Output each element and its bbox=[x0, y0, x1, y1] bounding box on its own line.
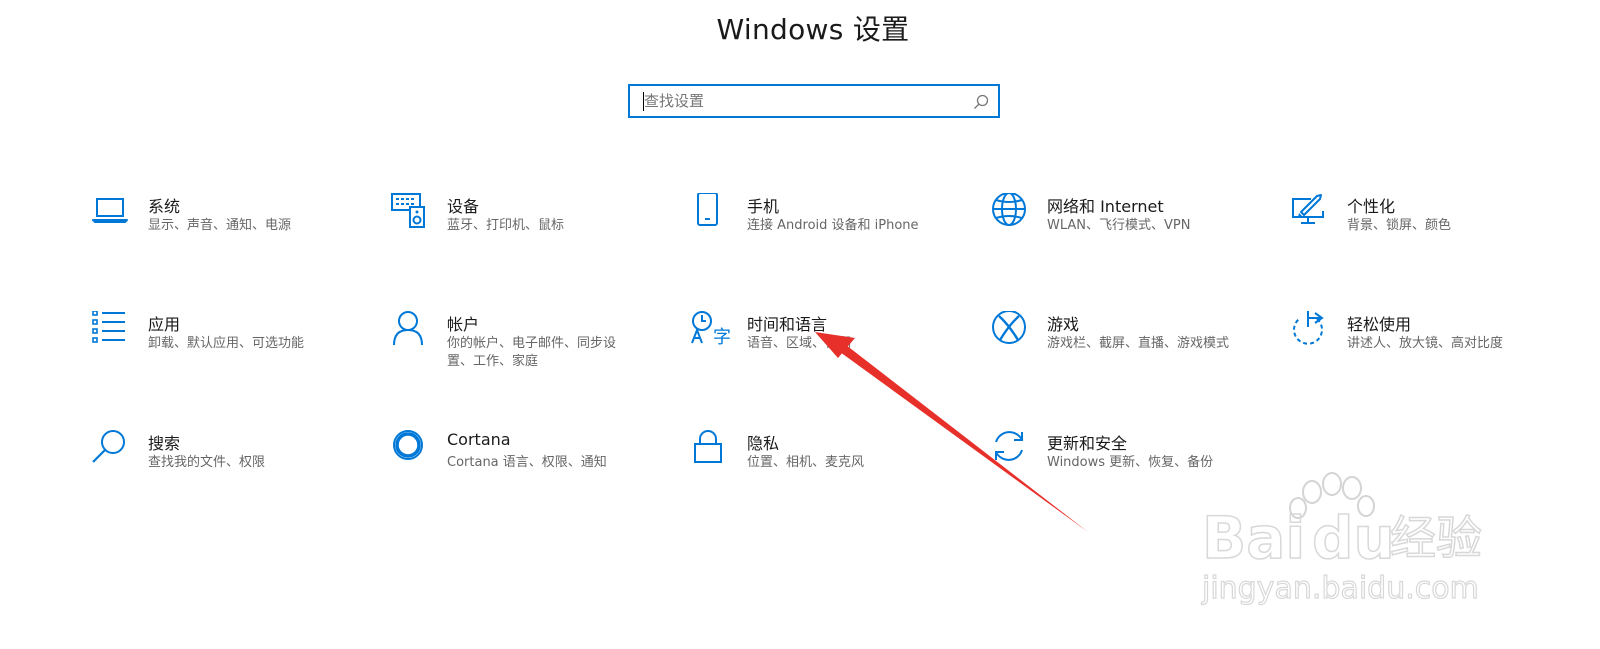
tile-description: 游戏栏、截屏、直播、游戏模式 bbox=[1047, 336, 1230, 351]
keyboard-speaker-icon bbox=[391, 193, 425, 228]
tile-description: 查找我的文件、权限 bbox=[148, 455, 266, 470]
tile-description: 你的帐户、电子邮件、同步设置、工作、家庭 bbox=[447, 336, 617, 369]
svg-text:字: 字 bbox=[713, 327, 731, 348]
tile-title: 游戏 bbox=[1047, 315, 1080, 334]
phone-icon bbox=[697, 193, 718, 226]
tile-devices[interactable]: 设备 蓝牙、打印机、鼠标 bbox=[391, 193, 681, 283]
tile-description: Windows 更新、恢复、备份 bbox=[1047, 455, 1214, 470]
cortana-circle-icon bbox=[393, 430, 423, 460]
text-caret bbox=[643, 92, 644, 111]
tile-description: 讲述人、放大镜、高对比度 bbox=[1347, 336, 1504, 351]
tile-apps[interactable]: 应用 卸载、默认应用、可选功能 bbox=[92, 311, 382, 401]
laptop-icon bbox=[92, 198, 128, 223]
padlock-icon bbox=[694, 430, 722, 463]
tile-time-language[interactable]: 字 时间和语言 语音、区域、日期 bbox=[691, 311, 981, 401]
ease-of-access-icon bbox=[1293, 311, 1324, 345]
tile-network[interactable]: 网络和 Internet WLAN、飞行模式、VPN bbox=[991, 193, 1281, 283]
tile-accounts[interactable]: 帐户 你的帐户、电子邮件、同步设置、工作、家庭 bbox=[391, 311, 681, 401]
tile-title: Cortana bbox=[447, 430, 511, 449]
search-icon[interactable] bbox=[972, 93, 990, 111]
tile-description: 蓝牙、打印机、鼠标 bbox=[447, 218, 565, 233]
tile-description: 连接 Android 设备和 iPhone bbox=[747, 218, 919, 233]
tile-search[interactable]: 搜索 查找我的文件、权限 bbox=[92, 430, 382, 520]
tile-title: 搜索 bbox=[148, 434, 181, 453]
time-language-icon: 字 bbox=[691, 311, 731, 348]
tile-ease-of-access[interactable]: 轻松使用 讲述人、放大镜、高对比度 bbox=[1291, 311, 1581, 401]
tile-phone[interactable]: 手机 连接 Android 设备和 iPhone bbox=[691, 193, 981, 283]
search-box[interactable] bbox=[628, 84, 1000, 118]
tile-title: 帐户 bbox=[447, 315, 480, 334]
svg-text:du: du bbox=[1312, 504, 1395, 572]
settings-window: Windows 设置 系统 显示、声音、通知、电源 bbox=[0, 0, 1600, 649]
tile-privacy[interactable]: 隐私 位置、相机、麦克风 bbox=[691, 430, 981, 520]
tile-title: 网络和 Internet bbox=[1047, 197, 1164, 216]
search-input[interactable] bbox=[630, 86, 974, 116]
tile-title: 手机 bbox=[747, 197, 780, 216]
page-title: Windows 设置 bbox=[716, 13, 910, 46]
xbox-icon bbox=[992, 311, 1026, 344]
tile-title: 应用 bbox=[148, 315, 181, 334]
tile-title: 时间和语言 bbox=[747, 315, 828, 334]
tile-title: 系统 bbox=[148, 197, 181, 216]
tile-description: 背景、锁屏、颜色 bbox=[1347, 218, 1452, 233]
tile-title: 个性化 bbox=[1347, 197, 1396, 216]
tile-description: Cortana 语言、权限、通知 bbox=[447, 455, 607, 470]
tile-title: 轻松使用 bbox=[1347, 315, 1412, 334]
tile-update-security[interactable]: 更新和安全 Windows 更新、恢复、备份 bbox=[991, 430, 1281, 520]
person-icon bbox=[393, 311, 423, 346]
tile-description: 语音、区域、日期 bbox=[747, 336, 852, 351]
tile-cortana[interactable]: Cortana Cortana 语言、权限、通知 bbox=[391, 430, 681, 520]
tile-description: 卸载、默认应用、可选功能 bbox=[148, 336, 305, 351]
tile-description: 位置、相机、麦克风 bbox=[747, 455, 865, 470]
svg-text:jingyan.baidu.com: jingyan.baidu.com bbox=[1201, 571, 1479, 606]
sync-arrows-icon bbox=[995, 431, 1023, 461]
paintbrush-monitor-icon bbox=[1292, 194, 1324, 224]
tile-title: 隐私 bbox=[747, 434, 780, 453]
globe-icon bbox=[992, 193, 1026, 226]
tile-personalization[interactable]: 个性化 背景、锁屏、颜色 bbox=[1291, 193, 1581, 283]
app-list-icon bbox=[92, 311, 125, 343]
svg-text:经验: 经验 bbox=[1390, 511, 1482, 565]
tile-description: 显示、声音、通知、电源 bbox=[148, 218, 292, 233]
tile-system[interactable]: 系统 显示、声音、通知、电源 bbox=[92, 193, 382, 283]
tile-description: WLAN、飞行模式、VPN bbox=[1047, 218, 1191, 233]
magnifier-icon bbox=[92, 430, 125, 463]
tile-gaming[interactable]: 游戏 游戏栏、截屏、直播、游戏模式 bbox=[991, 311, 1281, 401]
tile-title: 设备 bbox=[447, 197, 480, 216]
tile-title: 更新和安全 bbox=[1047, 434, 1128, 453]
